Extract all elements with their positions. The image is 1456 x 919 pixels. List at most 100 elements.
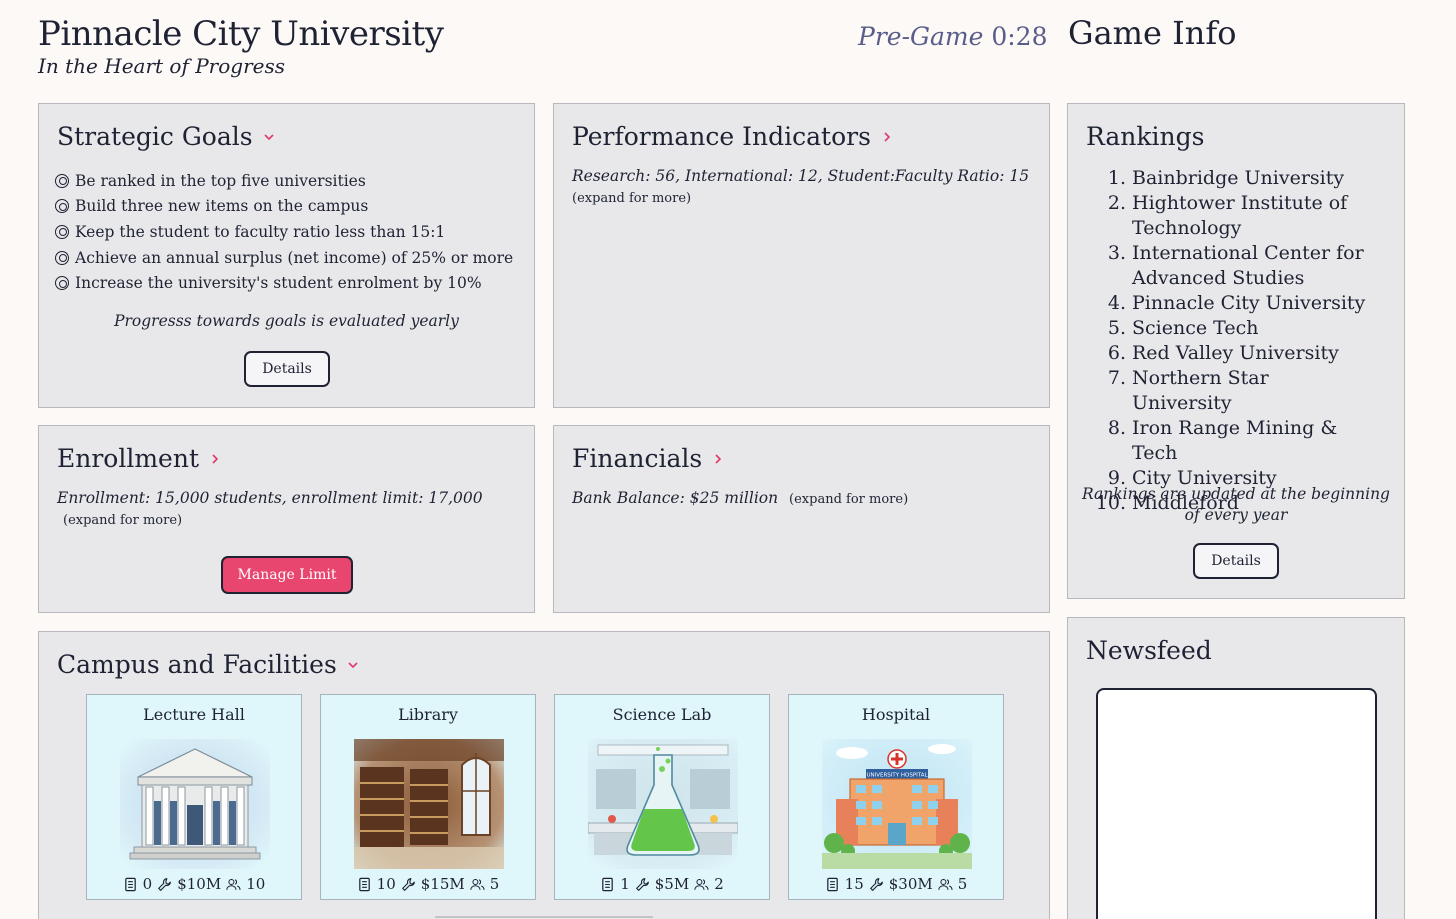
ranking-item: 5. Science Tech [1086, 316, 1372, 341]
performance-summary: Research: 56, International: 12, Student… [572, 166, 1029, 209]
ranking-item: 6. Red Valley University [1086, 341, 1372, 366]
manage-limit-button[interactable]: Manage Limit [221, 556, 353, 594]
goal-item: Keep the student to faculty ratio less t… [55, 219, 513, 245]
rankings-update-note: Rankings are updated at the beginning of… [1082, 485, 1390, 524]
facility-card-hospital[interactable]: Hospital UNIVERSITY HOSPITAL 15 $30M 5 [788, 694, 1004, 900]
rank-number: 2. [1107, 192, 1126, 214]
performance-expand-hint: (expand for more) [572, 191, 692, 206]
rankings-details-button[interactable]: Details [1193, 543, 1279, 579]
rank-number: 5. [1107, 317, 1126, 339]
rank-name: Bainbridge University [1132, 167, 1345, 189]
facility-units: 15 [844, 875, 864, 893]
performance-title: Performance Indicators [572, 122, 871, 151]
wrench-icon [401, 877, 416, 892]
goal-item: Be ranked in the top five universities [55, 168, 513, 194]
financials-header[interactable]: Financials [572, 444, 724, 473]
facility-cost: $10M [177, 875, 222, 893]
document-icon [123, 877, 138, 892]
ranking-item: 7. Northern Star University [1086, 366, 1372, 416]
facility-card-science-lab[interactable]: Science Lab 1 $5M 2 [554, 694, 770, 900]
newsfeed-header: Newsfeed [1086, 636, 1212, 665]
chevron-down-icon[interactable] [263, 127, 275, 148]
facility-stats: 0 $10M 10 [87, 875, 301, 893]
enrollment-summary: Enrollment: 15,000 students, enrollment … [57, 488, 517, 531]
ranking-item: 3. International Center for Advanced Stud… [1086, 241, 1372, 291]
financials-summary: Bank Balance: $25 million (expand for mo… [572, 488, 908, 510]
rank-number: 4. [1107, 292, 1126, 314]
campus-header[interactable]: Campus and Facilities [57, 650, 359, 679]
university-subtitle: In the Heart of Progress [38, 54, 285, 78]
science-lab-image [588, 739, 738, 869]
chevron-right-icon[interactable] [881, 127, 893, 148]
game-info-title: Game Info [1068, 14, 1237, 52]
chevron-right-icon[interactable] [209, 449, 221, 470]
goals-details-button[interactable]: Details [244, 351, 330, 387]
goal-text: Be ranked in the top five universities [75, 171, 366, 190]
ranking-item: 4. Pinnacle City University [1086, 291, 1372, 316]
goals-evaluation-note: Progresss towards goals is evaluated yea… [114, 312, 459, 330]
ranking-item: 1. Bainbridge University [1086, 166, 1372, 191]
campus-title: Campus and Facilities [57, 650, 337, 679]
facility-staff: 5 [489, 875, 500, 893]
university-title: Pinnacle City University [38, 14, 444, 54]
rank-number: 8. [1107, 417, 1126, 439]
users-icon [470, 877, 485, 892]
financials-expand-hint: (expand for more) [789, 492, 909, 507]
newsfeed-box[interactable] [1096, 688, 1377, 919]
enrollment-header[interactable]: Enrollment [57, 444, 221, 473]
rankings-list: 1. Bainbridge University 2. Hightower Inst… [1086, 166, 1372, 516]
enrollment-panel: Enrollment Enrollment: 15,000 students, … [38, 425, 535, 613]
financials-panel: Financials Bank Balance: $25 million (ex… [553, 425, 1050, 613]
users-icon [938, 877, 953, 892]
facility-cost: $5M [654, 875, 690, 893]
horizontal-scrollbar[interactable] [435, 916, 653, 918]
facility-cost: $30M [888, 875, 933, 893]
goal-item: Increase the university's student enrolm… [55, 270, 513, 296]
rank-number: 1. [1107, 167, 1126, 189]
rank-name: Science Tech [1132, 317, 1259, 339]
rank-number: 7. [1107, 367, 1126, 389]
document-icon [357, 877, 372, 892]
enrollment-title: Enrollment [57, 444, 199, 473]
campus-panel: Campus and Facilities Lecture Hall 0 $10… [38, 631, 1050, 919]
hospital-sign-text: UNIVERSITY HOSPITAL [866, 773, 928, 779]
target-icon [55, 199, 69, 214]
rank-name: Northern Star University [1132, 367, 1269, 414]
document-icon [825, 877, 840, 892]
goal-text: Keep the student to faculty ratio less t… [75, 222, 446, 241]
game-clock: Pre-Game 0:28 [858, 22, 1047, 51]
facility-card-lecture-hall[interactable]: Lecture Hall 0 $10M 10 [86, 694, 302, 900]
target-icon [55, 250, 69, 265]
chevron-down-icon[interactable] [347, 655, 359, 676]
facility-name: Hospital [861, 705, 931, 724]
wrench-icon [869, 877, 884, 892]
newsfeed-panel: Newsfeed [1067, 617, 1405, 919]
wrench-icon [157, 877, 172, 892]
document-icon [600, 877, 615, 892]
rank-number: 6. [1107, 342, 1126, 364]
financials-title: Financials [572, 444, 703, 473]
target-icon [55, 224, 69, 239]
rank-name: Pinnacle City University [1132, 292, 1366, 314]
facility-card-library[interactable]: Library 10 $15M 5 [320, 694, 536, 900]
goal-text: Increase the university's student enrolm… [75, 274, 482, 293]
rank-name: Hightower Institute of Technology [1132, 192, 1348, 239]
goal-item: Achieve an annual surplus (net income) o… [55, 245, 513, 271]
game-timer: 0:28 [991, 22, 1048, 51]
goal-text: Build three new items on the campus [75, 197, 369, 216]
facility-units: 0 [142, 875, 153, 893]
strategic-goals-header[interactable]: Strategic Goals [57, 122, 275, 151]
goal-text: Achieve an annual surplus (net income) o… [75, 248, 514, 267]
enrollment-values: Enrollment: 15,000 students, enrollment … [57, 489, 483, 507]
chevron-right-icon[interactable] [712, 449, 724, 470]
rank-number: 3. [1107, 242, 1126, 264]
facility-stats: 10 $15M 5 [321, 875, 535, 893]
ranking-item: 8. Iron Range Mining & Tech [1086, 416, 1372, 466]
facility-name: Science Lab [612, 705, 712, 724]
performance-header[interactable]: Performance Indicators [572, 122, 893, 151]
users-icon [694, 877, 709, 892]
strategic-goals-title: Strategic Goals [57, 122, 253, 151]
game-phase: Pre-Game [858, 22, 984, 51]
hospital-image: UNIVERSITY HOSPITAL [822, 739, 972, 869]
rank-name: Red Valley University [1132, 342, 1339, 364]
